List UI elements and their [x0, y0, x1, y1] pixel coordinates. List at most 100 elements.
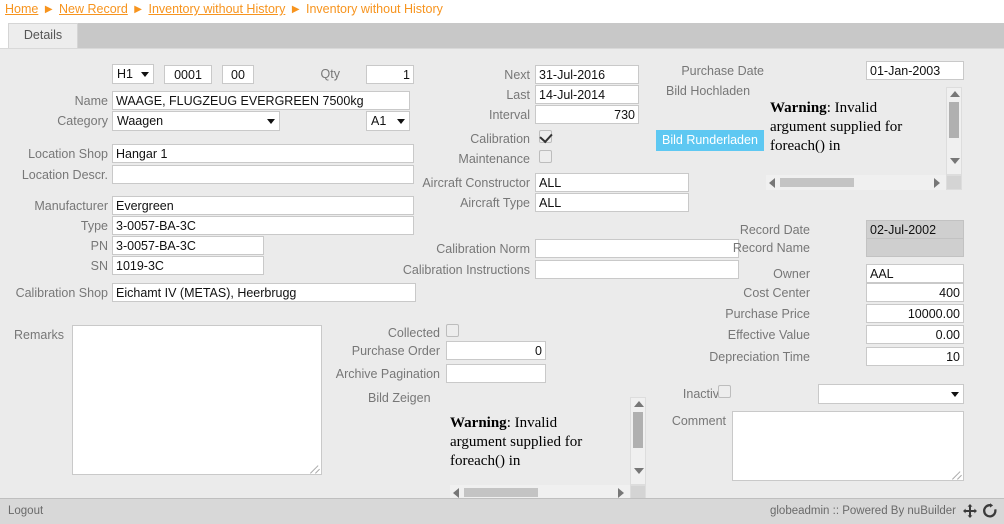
collected-label: Collected	[387, 326, 440, 340]
location-shop-label: Location Shop	[28, 147, 108, 161]
depreciation-time-label: Depreciation Time	[709, 350, 810, 364]
bottom-warning-scroll-box: Warning: Invalid argument supplied for f…	[450, 397, 646, 500]
inactive-label: Inactive	[682, 387, 726, 401]
right-warning-keyword: Warning	[770, 100, 827, 116]
right-warning-vertical-scrollbar[interactable]	[946, 87, 962, 175]
calibration-shop-input[interactable]	[112, 283, 416, 302]
bild-zeigen-label[interactable]: Bild Zeigen	[368, 389, 431, 407]
form-panel: H1 Qty Name Category Waagen A1 Location …	[0, 48, 1004, 500]
name-input[interactable]	[112, 91, 410, 110]
tab-strip: Details	[0, 19, 1004, 48]
bottom-warning-vertical-scrollbar[interactable]	[630, 397, 646, 485]
chevron-down-icon	[397, 119, 405, 124]
vertical-scroll-thumb[interactable]	[949, 102, 959, 138]
calibration-norm-label: Calibration Norm	[436, 242, 530, 256]
right-warning-scroll-box: Warning: Invalid argument supplied for f…	[766, 87, 964, 190]
scroll-left-arrow-icon[interactable]	[453, 488, 459, 498]
comment-textarea[interactable]	[732, 411, 964, 481]
aircraft-constructor-input[interactable]	[535, 173, 689, 192]
owner-label: Owner	[773, 267, 810, 281]
scroll-up-arrow-icon[interactable]	[950, 91, 960, 97]
bild-runderladen-button[interactable]: Bild Runderladen	[656, 130, 764, 151]
horizontal-scroll-thumb[interactable]	[464, 488, 538, 497]
breadcrumb-item-inventory-without-history[interactable]: Inventory without History	[148, 2, 285, 16]
scroll-right-arrow-icon[interactable]	[934, 178, 940, 188]
application-window: Home ▶ New Record ▶ Inventory without Hi…	[0, 0, 1004, 524]
qty-input[interactable]	[366, 65, 414, 84]
chevron-down-icon	[951, 392, 959, 397]
breadcrumb: Home ▶ New Record ▶ Inventory without Hi…	[0, 0, 1004, 19]
depreciation-time-input[interactable]	[866, 347, 964, 366]
suffix-input[interactable]	[222, 65, 254, 84]
inactive-checkbox[interactable]	[718, 385, 731, 398]
scroll-down-arrow-icon[interactable]	[950, 158, 960, 164]
purchase-date-label: Purchase Date	[681, 64, 764, 78]
purchase-order-label: Purchase Order	[351, 344, 440, 358]
prefix-select[interactable]: H1	[112, 64, 154, 84]
record-date-label: Record Date	[739, 223, 810, 237]
purchase-order-input[interactable]	[446, 341, 546, 360]
archive-pagination-input[interactable]	[446, 364, 546, 383]
effective-value-input[interactable]	[866, 325, 964, 344]
last-label: Last	[506, 88, 530, 102]
maintenance-checkbox[interactable]	[539, 150, 552, 163]
purchase-date-input[interactable]	[866, 61, 964, 80]
record-name-label: Record Name	[732, 241, 810, 255]
category-label: Category	[57, 114, 108, 128]
last-input[interactable]	[535, 85, 639, 104]
tab-details[interactable]: Details	[8, 23, 78, 48]
owner-input[interactable]	[866, 264, 964, 283]
location-shop-input[interactable]	[112, 144, 414, 163]
manufacturer-label: Manufacturer	[34, 199, 108, 213]
calibration-checkbox[interactable]	[539, 130, 552, 143]
chevron-down-icon	[141, 72, 149, 77]
aircraft-constructor-label: Aircraft Constructor	[422, 176, 530, 190]
type-label: Type	[80, 219, 108, 233]
breadcrumb-separator-icon: ▶	[44, 4, 53, 15]
purchase-price-input[interactable]	[866, 304, 964, 323]
right-warning-horizontal-scrollbar[interactable]	[766, 175, 946, 190]
breadcrumb-item-new-record[interactable]: New Record	[59, 2, 128, 16]
record-name-input	[866, 238, 964, 257]
refresh-icon[interactable]	[982, 503, 998, 519]
next-input[interactable]	[535, 65, 639, 84]
scroll-left-arrow-icon[interactable]	[769, 178, 775, 188]
remarks-label: Remarks	[13, 328, 64, 342]
interval-input[interactable]	[535, 105, 639, 124]
location-descr-input[interactable]	[112, 165, 414, 184]
type-input[interactable]	[112, 216, 414, 235]
effective-value-label: Effective Value	[727, 328, 810, 342]
scroll-right-arrow-icon[interactable]	[618, 488, 624, 498]
interval-label: Interval	[489, 108, 530, 122]
right-warning-scroll-corner	[946, 175, 962, 190]
number-input[interactable]	[164, 65, 212, 84]
inactive-status-select[interactable]	[818, 384, 964, 404]
aircraft-type-input[interactable]	[535, 193, 689, 212]
chevron-down-icon	[267, 119, 275, 124]
horizontal-scroll-thumb[interactable]	[780, 178, 854, 187]
tab-strip-background	[78, 23, 1004, 48]
bottom-warning-text: Warning: Invalid argument supplied for f…	[450, 414, 600, 471]
remarks-textarea[interactable]	[72, 325, 322, 475]
qty-label: Qty	[320, 67, 340, 81]
pn-input[interactable]	[112, 236, 264, 255]
category-select[interactable]: Waagen	[112, 111, 280, 131]
record-date-input	[866, 220, 964, 239]
move-arrows-icon[interactable]	[962, 503, 978, 519]
bottom-warning-keyword: Warning	[450, 415, 507, 431]
breadcrumb-item-home[interactable]: Home	[5, 2, 38, 16]
breadcrumb-separator-icon: ▶	[134, 4, 142, 15]
collected-checkbox[interactable]	[446, 324, 459, 337]
aircraft-type-label: Aircraft Type	[460, 196, 530, 210]
breadcrumb-item-current: Inventory without History	[306, 2, 443, 16]
category-code-select[interactable]: A1	[366, 111, 410, 131]
scroll-down-arrow-icon[interactable]	[634, 468, 644, 474]
right-warning-text: Warning: Invalid argument supplied for f…	[770, 99, 930, 156]
cost-center-input[interactable]	[866, 283, 964, 302]
footer-bar: Logout globeadmin :: Powered By nuBuilde…	[0, 498, 1004, 524]
bild-hochladen-label[interactable]: Bild Hochladen	[666, 82, 750, 100]
sn-input[interactable]	[112, 256, 264, 275]
logout-link[interactable]: Logout	[8, 505, 43, 517]
manufacturer-input[interactable]	[112, 196, 414, 215]
comment-label: Comment	[671, 414, 726, 428]
